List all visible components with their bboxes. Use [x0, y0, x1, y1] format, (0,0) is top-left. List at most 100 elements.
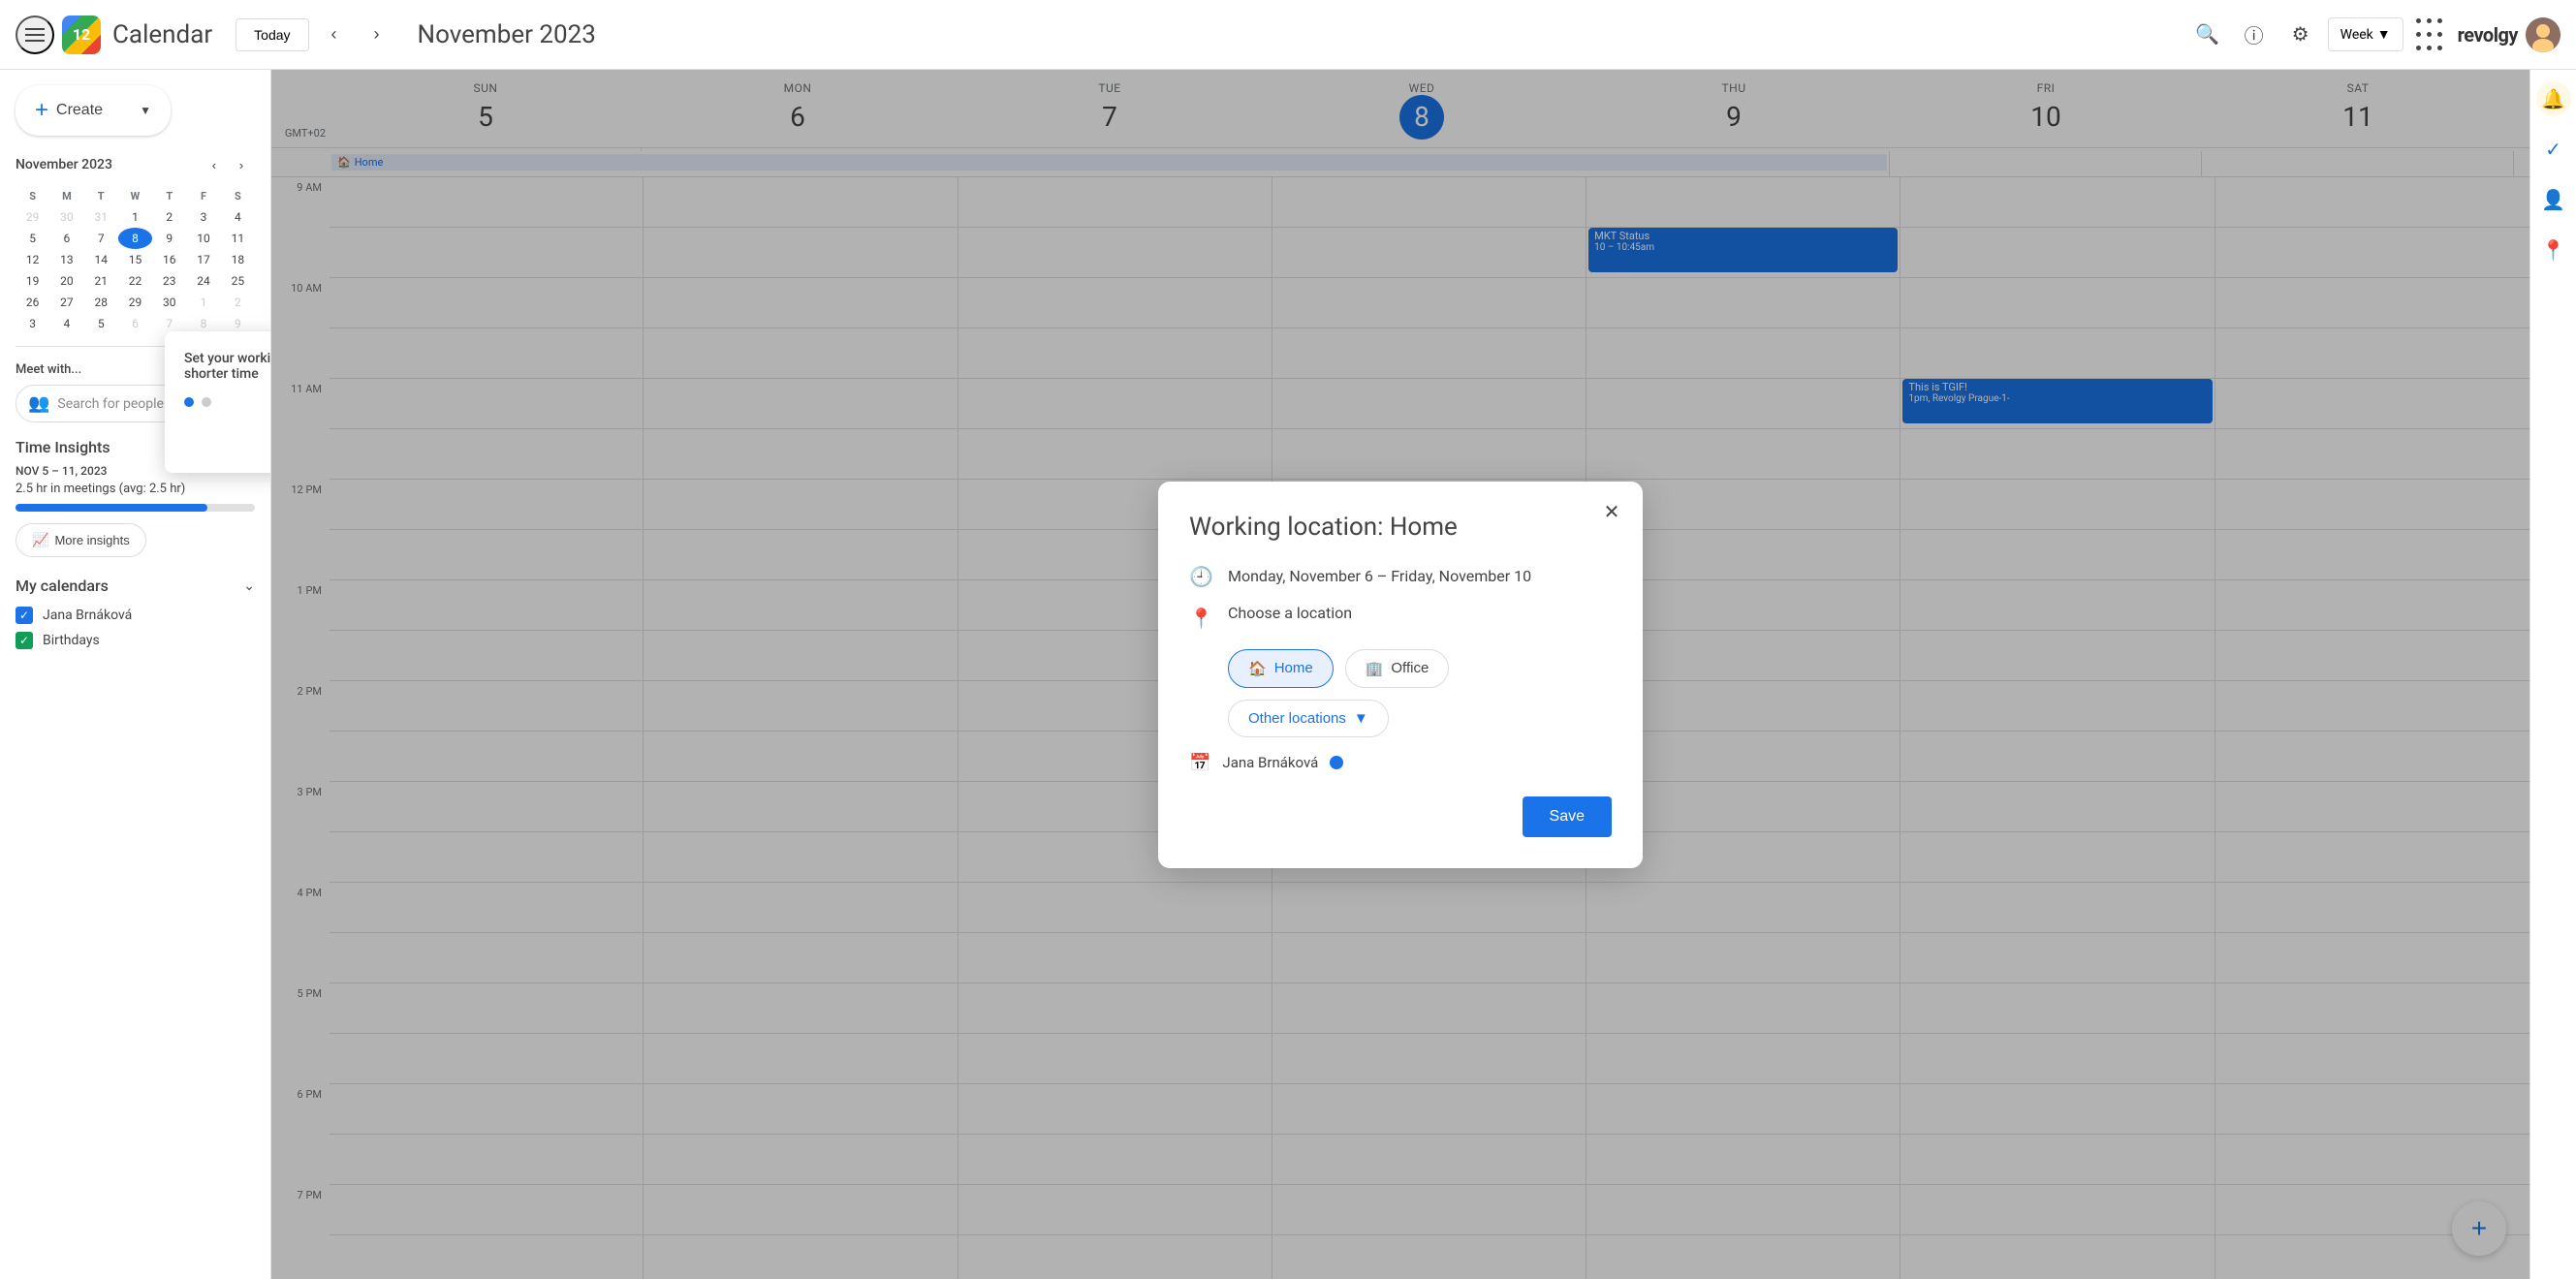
mini-cal-day[interactable]: 3	[16, 313, 49, 334]
mini-cal-day[interactable]: 2	[221, 292, 255, 313]
office-btn-icon: 🏢	[1366, 660, 1384, 677]
modal-footer: Save	[1189, 796, 1612, 837]
chevron-down-icon: ▼	[2377, 26, 2391, 43]
menu-button[interactable]	[16, 16, 54, 54]
mini-cal-day[interactable]: 6	[118, 313, 152, 334]
mini-cal-day[interactable]: 23	[152, 270, 186, 292]
mini-cal-day[interactable]: 2	[152, 206, 186, 228]
mini-cal-day[interactable]: 4	[49, 313, 83, 334]
mini-cal-day[interactable]: 13	[49, 249, 83, 270]
next-button[interactable]: ›	[360, 17, 394, 52]
mini-cal-day[interactable]: 3	[186, 206, 220, 228]
contacts-icon[interactable]: 👤	[2536, 182, 2571, 217]
mini-cal-day[interactable]: 24	[186, 270, 220, 292]
settings-button[interactable]: ⚙	[2281, 16, 2320, 54]
user-avatar[interactable]	[2526, 17, 2560, 52]
mini-cal-day[interactable]: 7	[84, 228, 118, 249]
mini-prev-button[interactable]: ‹	[201, 151, 228, 178]
tooltip-text: Set your working location for the entire…	[184, 351, 271, 382]
office-btn-label: Office	[1391, 660, 1429, 676]
calendar-checkbox: ✓	[16, 632, 33, 649]
attendee-name: Jana Brnáková	[1222, 754, 1318, 771]
mini-cal-day[interactable]: 19	[16, 270, 49, 292]
apps-button[interactable]	[2411, 16, 2450, 54]
mini-cal-day[interactable]: 21	[84, 270, 118, 292]
today-button[interactable]: Today	[236, 18, 308, 51]
insights-text: 2.5 hr in meetings (avg: 2.5 hr)	[16, 482, 255, 496]
maps-icon[interactable]: 📍	[2536, 233, 2571, 267]
mini-cal-day[interactable]: 5	[84, 313, 118, 334]
calendar-item[interactable]: ✓Jana Brnáková	[16, 603, 255, 628]
tooltip-actions: Dismiss Next	[184, 422, 271, 453]
more-insights-button[interactable]: 📈 More insights	[16, 523, 146, 557]
mini-next-button[interactable]: ›	[228, 151, 255, 178]
mini-cal-day[interactable]: 25	[221, 270, 255, 292]
mini-cal-day[interactable]: 14	[84, 249, 118, 270]
mini-cal-day[interactable]: 9	[152, 228, 186, 249]
mini-cal-day[interactable]: 1	[118, 206, 152, 228]
clock-icon: 🕘	[1189, 565, 1212, 588]
view-dropdown[interactable]: Week ▼	[2328, 17, 2403, 51]
google-logo: 12	[62, 16, 101, 54]
location-pin-icon: 📍	[1189, 607, 1212, 630]
calendar-name: Birthdays	[43, 633, 100, 648]
other-loc-label: Other locations	[1248, 710, 1346, 727]
calendar-checkbox: ✓	[16, 607, 33, 624]
modal-close-button[interactable]: ✕	[1596, 497, 1627, 528]
mini-cal-day[interactable]: 29	[118, 292, 152, 313]
search-button[interactable]: 🔍	[2188, 16, 2227, 54]
home-location-button[interactable]: 🏠 Home	[1228, 649, 1334, 688]
calendar-item[interactable]: ✓ Birthdays	[16, 628, 255, 653]
apps-dot	[2416, 32, 2421, 37]
help-button[interactable]: ⓘ	[2235, 16, 2274, 54]
choose-location-label: Choose a location	[1228, 604, 1352, 622]
mini-cal-day[interactable]: 5	[16, 228, 49, 249]
mini-cal-day[interactable]: 30	[49, 206, 83, 228]
create-button[interactable]: + Create ▼	[16, 85, 171, 136]
mini-cal-day[interactable]: 22	[118, 270, 152, 292]
mini-cal-day[interactable]: 20	[49, 270, 83, 292]
people-icon: 👥	[28, 393, 49, 414]
mini-cal-day[interactable]: 10	[186, 228, 220, 249]
chevron-down-icon: ▼	[1354, 710, 1368, 727]
save-button[interactable]: Save	[1523, 796, 1612, 837]
mini-cal-day[interactable]: 16	[152, 249, 186, 270]
modal-date-row: 🕘 Monday, November 6 – Friday, November …	[1189, 565, 1612, 588]
mini-cal-day[interactable]: 30	[152, 292, 186, 313]
app-title: Calendar	[112, 20, 212, 49]
mini-cal-day[interactable]: 27	[49, 292, 83, 313]
my-calendars-chevron[interactable]: ⌄	[243, 578, 255, 594]
apps-dot	[2427, 32, 2432, 37]
mini-cal-day[interactable]: 15	[118, 249, 152, 270]
office-location-button[interactable]: 🏢 Office	[1345, 649, 1450, 688]
tooltip-dot-active	[184, 397, 194, 407]
modal-title: Working location: Home	[1189, 513, 1612, 542]
notification-icon[interactable]: 🔔	[2536, 81, 2571, 116]
search-people-placeholder: Search for people	[57, 396, 164, 412]
apps-dot	[2416, 18, 2421, 23]
tasks-icon[interactable]: ✓	[2536, 132, 2571, 167]
prev-button[interactable]: ‹	[317, 17, 352, 52]
mini-cal-day[interactable]: 4	[221, 206, 255, 228]
mini-cal-day[interactable]: 26	[16, 292, 49, 313]
sidebar: + Create ▼ November 2023 ‹ › SMTWTFS 293…	[0, 70, 271, 1279]
mini-cal-day[interactable]: 28	[84, 292, 118, 313]
header-month-title: November 2023	[418, 20, 596, 49]
other-locations-button[interactable]: Other locations ▼	[1228, 700, 1389, 737]
mini-cal-day[interactable]: 11	[221, 228, 255, 249]
mini-cal-day[interactable]: 18	[221, 249, 255, 270]
mini-cal-day[interactable]: 6	[49, 228, 83, 249]
mini-cal-day[interactable]: 29	[16, 206, 49, 228]
mini-cal-day[interactable]: 17	[186, 249, 220, 270]
right-sidebar: 🔔 ✓ 👤 📍	[2529, 70, 2576, 1279]
mini-cal-day[interactable]: 8	[118, 228, 152, 249]
insights-progress-bar	[16, 504, 255, 512]
more-insights-label: More insights	[54, 533, 129, 547]
mini-cal-day[interactable]: 12	[16, 249, 49, 270]
location-buttons: 🏠 Home 🏢 Office	[1228, 649, 1612, 688]
mini-cal-day[interactable]: 31	[84, 206, 118, 228]
view-label: Week	[2340, 27, 2373, 43]
modal-overlay[interactable]: ✕ Working location: Home 🕘 Monday, Novem…	[271, 70, 2529, 1279]
mini-cal-day[interactable]: 1	[186, 292, 220, 313]
working-location-tooltip: Set your working location for the entire…	[165, 331, 271, 473]
